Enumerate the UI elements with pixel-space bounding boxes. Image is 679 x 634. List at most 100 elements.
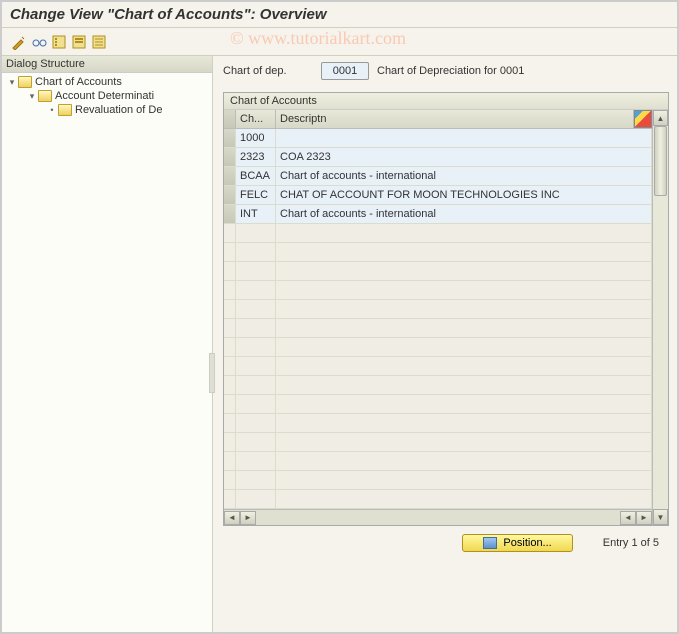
cell-description[interactable] <box>276 281 652 299</box>
column-header-description[interactable]: Descriptn <box>276 110 634 128</box>
cell-code[interactable] <box>236 452 276 470</box>
row-selector[interactable] <box>224 205 236 223</box>
scroll-thumb[interactable] <box>654 126 667 196</box>
row-selector[interactable] <box>224 224 236 242</box>
cell-code[interactable]: INT <box>236 205 276 223</box>
glasses-icon[interactable] <box>30 33 48 51</box>
cell-description[interactable] <box>276 319 652 337</box>
row-selector[interactable] <box>224 186 236 204</box>
cell-description[interactable] <box>276 414 652 432</box>
row-selector[interactable] <box>224 471 236 489</box>
row-selector[interactable] <box>224 395 236 413</box>
cell-code[interactable] <box>236 224 276 242</box>
scroll-right-icon[interactable]: ► <box>636 511 652 525</box>
row-selector[interactable] <box>224 167 236 185</box>
vertical-scrollbar[interactable]: ▲ ▼ <box>652 110 668 525</box>
chart-of-dep-input[interactable] <box>321 62 369 80</box>
row-selector[interactable] <box>224 300 236 318</box>
cell-code[interactable] <box>236 243 276 261</box>
cell-code[interactable]: 2323 <box>236 148 276 166</box>
table-row-empty[interactable] <box>224 414 652 433</box>
wand-icon[interactable] <box>10 33 28 51</box>
table-row-empty[interactable] <box>224 471 652 490</box>
row-selector[interactable] <box>224 414 236 432</box>
cell-code[interactable] <box>236 357 276 375</box>
cell-code[interactable]: BCAA <box>236 167 276 185</box>
row-selector[interactable] <box>224 262 236 280</box>
horizontal-scrollbar[interactable]: ◄ ► ◄ ► <box>224 509 652 525</box>
cell-code[interactable] <box>236 300 276 318</box>
table-row-empty[interactable] <box>224 338 652 357</box>
table-row[interactable]: BCAAChart of accounts - international <box>224 167 652 186</box>
collapse-all-icon[interactable] <box>70 33 88 51</box>
cell-description[interactable] <box>276 243 652 261</box>
cell-description[interactable]: COA 2323 <box>276 148 652 166</box>
row-selector[interactable] <box>224 452 236 470</box>
table-settings-icon[interactable] <box>634 110 652 128</box>
cell-description[interactable] <box>276 338 652 356</box>
scroll-up-icon[interactable]: ▲ <box>653 110 668 126</box>
cell-description[interactable]: Chart of accounts - international <box>276 205 652 223</box>
tree-node-chart-of-accounts[interactable]: ▾ Chart of Accounts <box>2 75 212 89</box>
table-row[interactable]: 2323COA 2323 <box>224 148 652 167</box>
cell-description[interactable] <box>276 262 652 280</box>
table-row-empty[interactable] <box>224 224 652 243</box>
splitter-handle[interactable] <box>209 353 215 393</box>
table-row[interactable]: INTChart of accounts - international <box>224 205 652 224</box>
tree-toggle-icon[interactable]: ▾ <box>6 77 18 88</box>
column-header-code[interactable]: Ch... <box>236 110 276 128</box>
tree-toggle-icon[interactable]: ▾ <box>26 91 38 102</box>
cell-code[interactable] <box>236 319 276 337</box>
cell-code[interactable] <box>236 433 276 451</box>
expand-all-icon[interactable] <box>50 33 68 51</box>
cell-description[interactable]: CHAT OF ACCOUNT FOR MOON TECHNOLOGIES IN… <box>276 186 652 204</box>
table-row[interactable]: 1000 <box>224 129 652 148</box>
cell-code[interactable] <box>236 262 276 280</box>
cell-description[interactable] <box>276 471 652 489</box>
scroll-down-icon[interactable]: ▼ <box>653 509 668 525</box>
cell-code[interactable] <box>236 471 276 489</box>
cell-description[interactable] <box>276 129 652 147</box>
table-row-empty[interactable] <box>224 452 652 471</box>
cell-description[interactable] <box>276 300 652 318</box>
row-selector[interactable] <box>224 433 236 451</box>
cell-code[interactable] <box>236 490 276 508</box>
row-selector[interactable] <box>224 243 236 261</box>
tree-node-account-determination[interactable]: ▾ Account Determinati <box>2 89 212 103</box>
cell-code[interactable] <box>236 395 276 413</box>
table-row-empty[interactable] <box>224 395 652 414</box>
scroll-left-icon[interactable]: ◄ <box>224 511 240 525</box>
select-all-header[interactable] <box>224 110 236 128</box>
table-row-empty[interactable] <box>224 433 652 452</box>
scroll-track[interactable] <box>653 126 668 509</box>
tree-node-revaluation[interactable]: • Revaluation of De <box>2 103 212 117</box>
cell-code[interactable] <box>236 281 276 299</box>
table-row-empty[interactable] <box>224 281 652 300</box>
cell-description[interactable] <box>276 433 652 451</box>
table-row[interactable]: FELCCHAT OF ACCOUNT FOR MOON TECHNOLOGIE… <box>224 186 652 205</box>
row-selector[interactable] <box>224 129 236 147</box>
cell-code[interactable] <box>236 376 276 394</box>
row-selector[interactable] <box>224 319 236 337</box>
table-row-empty[interactable] <box>224 357 652 376</box>
table-row-empty[interactable] <box>224 300 652 319</box>
row-selector[interactable] <box>224 281 236 299</box>
row-selector[interactable] <box>224 148 236 166</box>
cell-code[interactable] <box>236 414 276 432</box>
cell-description[interactable] <box>276 376 652 394</box>
cell-description[interactable] <box>276 395 652 413</box>
row-selector[interactable] <box>224 357 236 375</box>
row-selector[interactable] <box>224 376 236 394</box>
scroll-right-icon[interactable]: ► <box>240 511 256 525</box>
scroll-left-icon[interactable]: ◄ <box>620 511 636 525</box>
position-button[interactable]: Position... <box>462 534 572 552</box>
table-row-empty[interactable] <box>224 262 652 281</box>
table-row-empty[interactable] <box>224 490 652 509</box>
row-selector[interactable] <box>224 490 236 508</box>
cell-description[interactable] <box>276 452 652 470</box>
row-selector[interactable] <box>224 338 236 356</box>
cell-description[interactable] <box>276 357 652 375</box>
list-icon[interactable] <box>90 33 108 51</box>
cell-code[interactable]: FELC <box>236 186 276 204</box>
cell-description[interactable]: Chart of accounts - international <box>276 167 652 185</box>
